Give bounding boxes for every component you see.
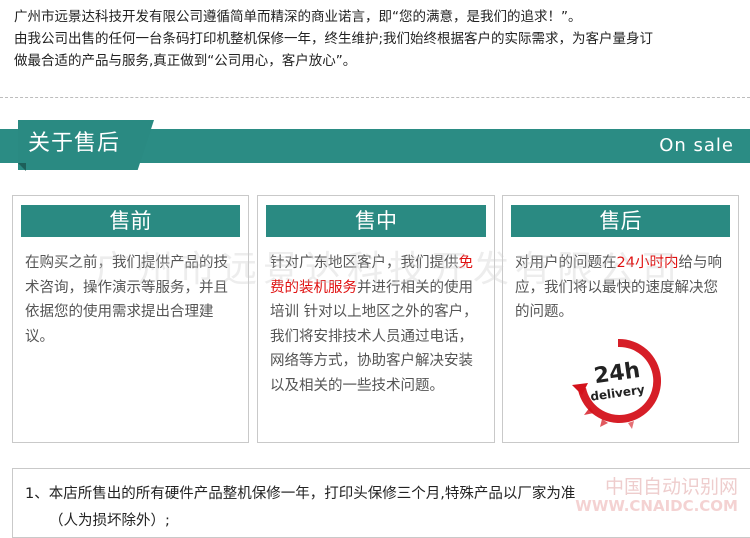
dashed-divider bbox=[0, 97, 750, 98]
card-insale: 售中 针对广东地区客户，我们提供免费的装机服务并进行相关的使用培训 针对以上地区… bbox=[257, 195, 495, 443]
intro-line-1: 广州市远景达科技开发有限公司遵循简单而精深的商业诺言，即“您的满意，是我们的追求… bbox=[14, 9, 582, 25]
card-presale-heading: 售前 bbox=[21, 205, 240, 237]
section-tag: On sale bbox=[659, 135, 734, 156]
card-insale-text-before: 针对广东地区客户，我们提供 bbox=[270, 255, 459, 271]
card-insale-text: 针对广东地区客户，我们提供免费的装机服务并进行相关的使用培训 针对以上地区之外的… bbox=[270, 251, 484, 398]
card-aftersale-text: 对用户的问题在24小时内给与响应，我们将以最快的速度解决您的问题。 bbox=[515, 251, 728, 325]
delivery-24h-badge: 24h delivery bbox=[572, 338, 662, 429]
card-aftersale-highlight: 24小时内 bbox=[616, 255, 679, 271]
card-insale-heading: 售中 bbox=[266, 205, 486, 237]
card-aftersale-heading: 售后 bbox=[511, 205, 730, 237]
card-presale: 售前 在购买之前，我们提供产品的技术咨询，操作演示等服务，并且依据您的使用需求提… bbox=[12, 195, 249, 443]
card-insale-text-after: 并进行相关的使用培训 针对以上地区之外的客户，我们将安排技术人员通过电话，网络等… bbox=[270, 279, 478, 394]
card-aftersale-text-before: 对用户的问题在 bbox=[515, 255, 617, 271]
section-title: 关于售后 bbox=[28, 131, 121, 156]
warranty-note-line-1: 1、本店所售出的所有硬件产品整机保修一年，打印头保修三个月,特殊产品以厂家为准 bbox=[25, 486, 576, 502]
site-logo-name: 中国自动识别网 bbox=[604, 476, 738, 498]
card-presale-text: 在购买之前，我们提供产品的技术咨询，操作演示等服务，并且依据您的使用需求提出合理… bbox=[25, 255, 228, 345]
site-logo-url: WWW.CNAIDC.COM bbox=[575, 497, 738, 515]
section-title-fold bbox=[18, 163, 26, 171]
intro-line-3: 做最合适的产品与服务,真正做到“公司用心，客户放心”。 bbox=[14, 53, 357, 69]
intro-line-2: 由我公司出售的任何一台条码打印机整机保修一年，终生维护;我们始终根据客户的实际需… bbox=[14, 31, 654, 47]
intro-text: 广州市远景达科技开发有限公司遵循简单而精深的商业诺言，即“您的满意，是我们的追求… bbox=[14, 6, 742, 72]
